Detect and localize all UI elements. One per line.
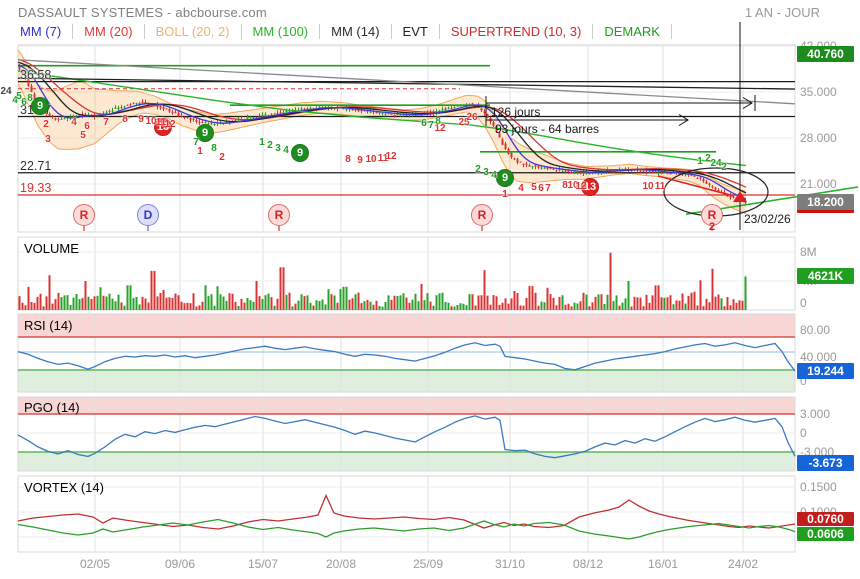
demark-count-green: 4 bbox=[491, 170, 497, 181]
vortex-vi-plus-badge: 0.0606 bbox=[797, 527, 854, 541]
legend-item-boll-20-2[interactable]: BOLL (20, 2) bbox=[145, 23, 242, 39]
demark-count-green: 24 bbox=[710, 158, 722, 169]
demark-count-red: 2 bbox=[43, 119, 49, 130]
last-price-badge: 18.200 bbox=[797, 194, 854, 211]
demark-count-green: 7 bbox=[193, 137, 199, 148]
demark-count-red: 7 bbox=[103, 117, 109, 128]
legend-item-evt[interactable]: EVT bbox=[392, 23, 440, 39]
date-axis-label: 09/06 bbox=[164, 557, 196, 571]
indicator-legend: MM (7) MM (20) BOLL (20, 2) MM (100) MM (14)… bbox=[18, 21, 672, 41]
date-axis-label: 08/12 bbox=[572, 557, 604, 571]
demark-count-red: 8 bbox=[345, 154, 351, 165]
demark-count-red: 26 bbox=[466, 112, 478, 123]
event-marker-r[interactable]: R bbox=[471, 204, 493, 226]
price-level-label: 36.58 bbox=[20, 67, 52, 82]
legend-item-mm-100[interactable]: MM (100) bbox=[242, 23, 321, 39]
price-axis-tick: 35.000 bbox=[800, 84, 837, 99]
price-axis-tick: 28.000 bbox=[800, 130, 837, 145]
demark-count-green: 1 bbox=[697, 156, 703, 167]
volume-badge: 4621K bbox=[797, 268, 854, 285]
demark-count-green: 3 bbox=[275, 143, 281, 154]
date-axis-label: 24/02 bbox=[727, 557, 759, 571]
demark-count-red: 12 bbox=[164, 119, 176, 130]
demark-count-red: 10 bbox=[642, 181, 654, 192]
demark-setup-9-marker: 9 bbox=[291, 144, 309, 162]
legend-item-supertrend-10-3[interactable]: SUPERTREND (10, 3) bbox=[440, 23, 594, 39]
price-axis-tick: 21.000 bbox=[800, 176, 837, 191]
event-marker-r[interactable]: R bbox=[268, 204, 290, 226]
demark-count-green: 3 bbox=[483, 167, 489, 178]
demark-count-green: 2 bbox=[267, 140, 273, 151]
panel-title-volume: VOLUME bbox=[24, 241, 79, 256]
demark-count-red: 6 bbox=[84, 121, 90, 132]
demark-count-red: 5 bbox=[531, 182, 537, 193]
legend-item-demark[interactable]: DEMARK bbox=[593, 23, 672, 39]
demark-count-dark: 24 bbox=[0, 86, 12, 97]
demark-count-green: 7 bbox=[428, 120, 434, 131]
legend-item-mm-14[interactable]: MM (14) bbox=[320, 23, 392, 39]
date-axis-label: 25/09 bbox=[412, 557, 444, 571]
demark-count-red: 4 bbox=[71, 117, 77, 128]
demark-setup-9-marker: 9 bbox=[496, 169, 514, 187]
chart-canvas[interactable] bbox=[0, 0, 860, 579]
volume-axis-tick: 8M bbox=[800, 245, 817, 259]
chart-page: DASSAULT SYSTEMES - abcbourse.com 1 AN -… bbox=[0, 0, 860, 579]
vortex-vi-minus-badge: 0.0760 bbox=[797, 512, 854, 526]
legend-item-mm-20[interactable]: MM (20) bbox=[73, 23, 145, 39]
demark-count-green: 8 bbox=[211, 143, 217, 154]
annotation-93-jours: 93 jours - 64 barres bbox=[495, 122, 600, 136]
date-axis-label: 16/01 bbox=[647, 557, 679, 571]
demark-count-red: 9 bbox=[357, 155, 363, 166]
event-marker-r[interactable]: R bbox=[73, 204, 95, 226]
demark-count-red: 10 bbox=[365, 154, 377, 165]
pgo-axis-tick: 0 bbox=[800, 426, 807, 440]
timeframe-label: 1 AN - JOUR bbox=[744, 5, 820, 20]
panel-title-vortex: VORTEX (14) bbox=[24, 480, 104, 495]
date-axis-label: 20/08 bbox=[325, 557, 357, 571]
demark-count-green: 1 bbox=[259, 137, 265, 148]
annotation-signal-date: 23/02/26 bbox=[744, 212, 791, 226]
date-axis-label: 31/10 bbox=[494, 557, 526, 571]
demark-count-red: 11 bbox=[654, 181, 666, 192]
rsi-axis-tick: 40.000 bbox=[800, 350, 837, 364]
demark-count-red: 8 bbox=[122, 114, 128, 125]
price-level-label: 22.71 bbox=[20, 158, 52, 173]
demark-count-green: 2 bbox=[475, 164, 481, 175]
demark-count-green: 8 bbox=[435, 116, 441, 127]
vortex-axis-tick: 0.1500 bbox=[800, 480, 837, 494]
demark-count-red: 1 bbox=[502, 189, 508, 200]
demark-count-red: 4 bbox=[518, 183, 524, 194]
pgo-axis-tick: 3.000 bbox=[800, 407, 831, 421]
demark-count-green: 8 bbox=[27, 93, 33, 104]
panel-title-pgo: PGO (14) bbox=[24, 400, 80, 415]
annotation-126-jours: 126 jours bbox=[491, 105, 541, 119]
date-axis-label: 15/07 bbox=[247, 557, 279, 571]
demark-count-red: 12 bbox=[385, 151, 397, 162]
volume-axis-tick: 0 bbox=[800, 296, 807, 310]
demark-count-green: 4 bbox=[283, 145, 289, 156]
demark-count-red: 12 bbox=[575, 181, 587, 192]
demark-count-green: 6 bbox=[421, 118, 427, 129]
rsi-axis-tick: 80.00 bbox=[800, 323, 831, 337]
panel-title-rsi: RSI (14) bbox=[24, 318, 73, 333]
demark-count-green: 2 bbox=[721, 162, 727, 173]
event-marker-sub: 2 bbox=[708, 221, 716, 233]
rsi-badge: 19.244 bbox=[797, 363, 854, 379]
demark-count-red: 9 bbox=[138, 114, 144, 125]
price-level-label: 19.33 bbox=[20, 180, 52, 195]
last-high-badge: 40.760 bbox=[797, 46, 854, 63]
demark-count-red: 6 bbox=[538, 183, 544, 194]
legend-item-mm-7[interactable]: MM (7) bbox=[18, 23, 74, 39]
demark-count-red: 7 bbox=[545, 183, 551, 194]
demark-setup-9-marker: 9 bbox=[31, 97, 49, 115]
demark-count-red: 2 bbox=[219, 152, 225, 163]
date-axis-label: 02/05 bbox=[79, 557, 111, 571]
demark-count-red: 3 bbox=[45, 134, 51, 145]
demark-count-green: 6 bbox=[21, 97, 27, 108]
event-marker-d[interactable]: D bbox=[137, 204, 159, 226]
page-title: DASSAULT SYSTEMES - abcbourse.com bbox=[18, 5, 267, 20]
pgo-badge: -3.673 bbox=[797, 455, 854, 471]
